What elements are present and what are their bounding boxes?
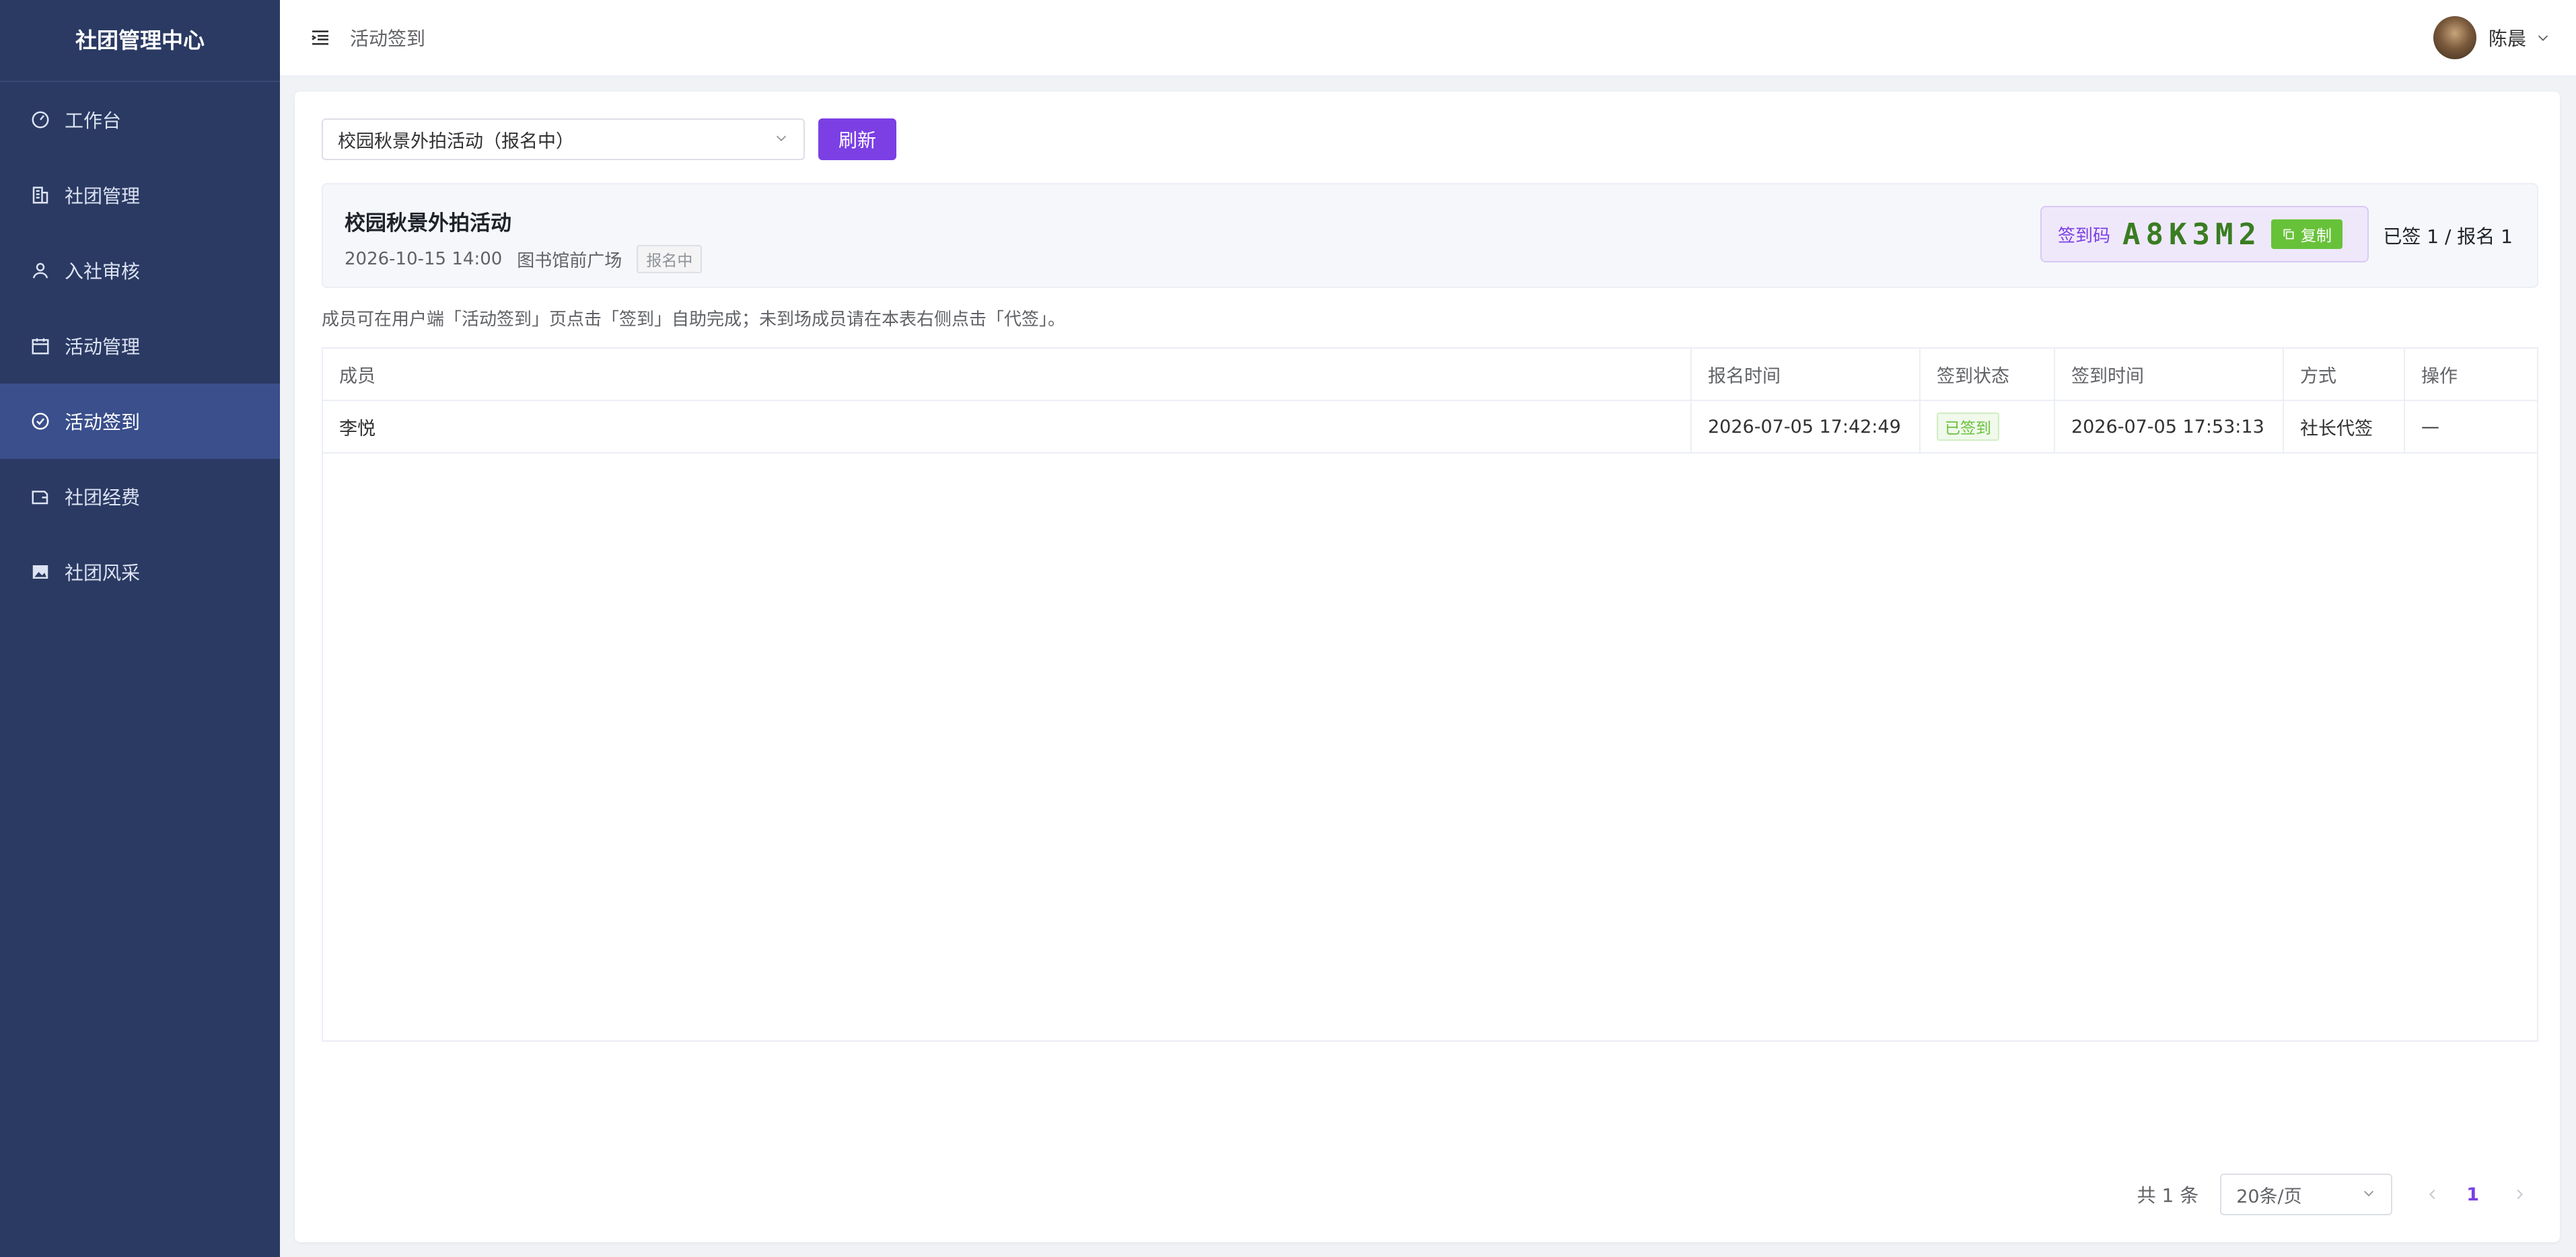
- sidebar-item-label: 工作台: [65, 110, 122, 132]
- activity-info-panel: 校园秋景外拍活动 2026-10-15 14:00 图书馆前广场 报名中 签到码…: [322, 183, 2538, 288]
- sidebar-item-label: 入社审核: [65, 260, 141, 283]
- page-size-value: 20条/页: [2236, 1186, 2302, 1207]
- status-cell: 已签到: [1921, 401, 2055, 452]
- chevron-down-icon[interactable]: [2536, 30, 2552, 46]
- top-header: 活动签到 陈晨: [280, 0, 2576, 77]
- sidebar-item-activity-checkin[interactable]: 活动签到: [0, 384, 280, 459]
- table-row: 李悦 2026-07-05 17:42:49 已签到 2026-07-05 17…: [323, 401, 2537, 454]
- copy-icon: [2282, 227, 2295, 241]
- sidebar-item-label: 社团管理: [65, 185, 141, 207]
- sidebar-item-club-management[interactable]: 社团管理: [0, 157, 280, 233]
- sidebar-item-workbench[interactable]: 工作台: [0, 82, 280, 157]
- breadcrumb: 活动签到: [350, 28, 426, 50]
- chevron-down-icon: [2361, 1184, 2376, 1205]
- copy-button[interactable]: 复制: [2270, 219, 2342, 249]
- status-badge: 已签到: [1937, 412, 1999, 441]
- column-header-status: 签到状态: [1921, 349, 2055, 400]
- page-number-current[interactable]: 1: [2466, 1184, 2479, 1205]
- sidebar-item-label: 活动签到: [65, 411, 141, 433]
- copy-button-label: 复制: [2300, 227, 2332, 245]
- refresh-button[interactable]: 刷新: [818, 118, 897, 160]
- chevron-down-icon: [774, 129, 789, 150]
- checkin-time: 2026-07-05 17:53:13: [2055, 401, 2284, 452]
- member-name: 李悦: [323, 401, 1692, 452]
- signup-time: 2026-07-05 17:42:49: [1692, 401, 1921, 452]
- checkin-table: 成员 报名时间 签到状态 签到时间 方式 操作 李悦 2026-07-05 17…: [322, 347, 2538, 1042]
- activity-title: 校园秋景外拍活动: [345, 211, 511, 236]
- main-card: 校园秋景外拍活动（报名中） 刷新 校园秋景外拍活动 2026-10-15 14:…: [295, 92, 2560, 1242]
- menu-fold-icon[interactable]: [308, 26, 332, 50]
- column-header-action: 操作: [2421, 365, 2458, 387]
- activity-meta: 2026-10-15 14:00 图书馆前广场 报名中: [345, 245, 717, 273]
- image-icon: [28, 560, 52, 584]
- username[interactable]: 陈晨: [2489, 24, 2526, 51]
- table-header: 成员 报名时间 签到状态 签到时间 方式 操作: [323, 349, 2537, 401]
- prev-page-icon[interactable]: [2419, 1181, 2446, 1208]
- action-cell: —: [2421, 416, 2439, 437]
- toolbar: 校园秋景外拍活动（报名中） 刷新: [322, 118, 897, 160]
- sidebar-item-label: 社团风采: [65, 562, 141, 584]
- check-circle-icon: [28, 409, 52, 433]
- checkin-count: 已签 1 / 报名 1: [2383, 225, 2513, 248]
- sidebar-item-club-funds[interactable]: 社团经费: [0, 459, 280, 534]
- checkin-method: 社长代签: [2284, 401, 2405, 452]
- wallet-icon: [28, 484, 52, 509]
- sidebar-item-label: 活动管理: [65, 336, 141, 358]
- sidebar-item-label: 社团经费: [65, 487, 141, 509]
- brand-title: 社团管理中心: [0, 0, 280, 82]
- sidebar-item-club-gallery[interactable]: 社团风采: [0, 534, 280, 610]
- sidebar-item-activity-management[interactable]: 活动管理: [0, 308, 280, 384]
- column-header-method: 方式: [2284, 349, 2405, 400]
- next-page-icon[interactable]: [2506, 1181, 2533, 1208]
- column-header-signup-time: 报名时间: [1692, 349, 1921, 400]
- building-icon: [28, 183, 52, 207]
- user-icon: [28, 258, 52, 283]
- pagination-total: 共 1 条: [2137, 1184, 2199, 1207]
- avatar[interactable]: [2433, 16, 2476, 59]
- hint-text: 成员可在用户端「活动签到」页点击「签到」自助完成；未到场成员请在本表右侧点击「代…: [322, 310, 1066, 330]
- activity-location: 图书馆前广场: [517, 250, 622, 271]
- calendar-icon: [28, 334, 52, 358]
- column-header-checkin-time: 签到时间: [2055, 349, 2284, 400]
- sidebar-item-membership-review[interactable]: 入社审核: [0, 233, 280, 308]
- checkin-code-box: 签到码 A8K3M2 复制: [2040, 206, 2369, 262]
- activity-select-value: 校园秋景外拍活动（报名中）: [338, 131, 574, 152]
- activity-datetime: 2026-10-15 14:00: [345, 249, 503, 269]
- user-menu[interactable]: 陈晨: [2433, 16, 2552, 59]
- activity-select[interactable]: 校园秋景外拍活动（报名中）: [322, 118, 805, 160]
- column-header-member: 成员: [323, 349, 1692, 400]
- dashboard-icon: [28, 108, 52, 132]
- checkin-code: A8K3M2: [2122, 217, 2262, 252]
- page-size-select[interactable]: 20条/页: [2220, 1174, 2393, 1215]
- checkin-code-label: 签到码: [2058, 225, 2111, 246]
- status-badge: 报名中: [637, 245, 703, 273]
- sidebar: 社团管理中心 工作台 社团管理 入社审核 活动管理 活动签到 社团经费 社团风采: [0, 0, 280, 1257]
- pagination: 共 1 条 20条/页 1: [2137, 1174, 2533, 1215]
